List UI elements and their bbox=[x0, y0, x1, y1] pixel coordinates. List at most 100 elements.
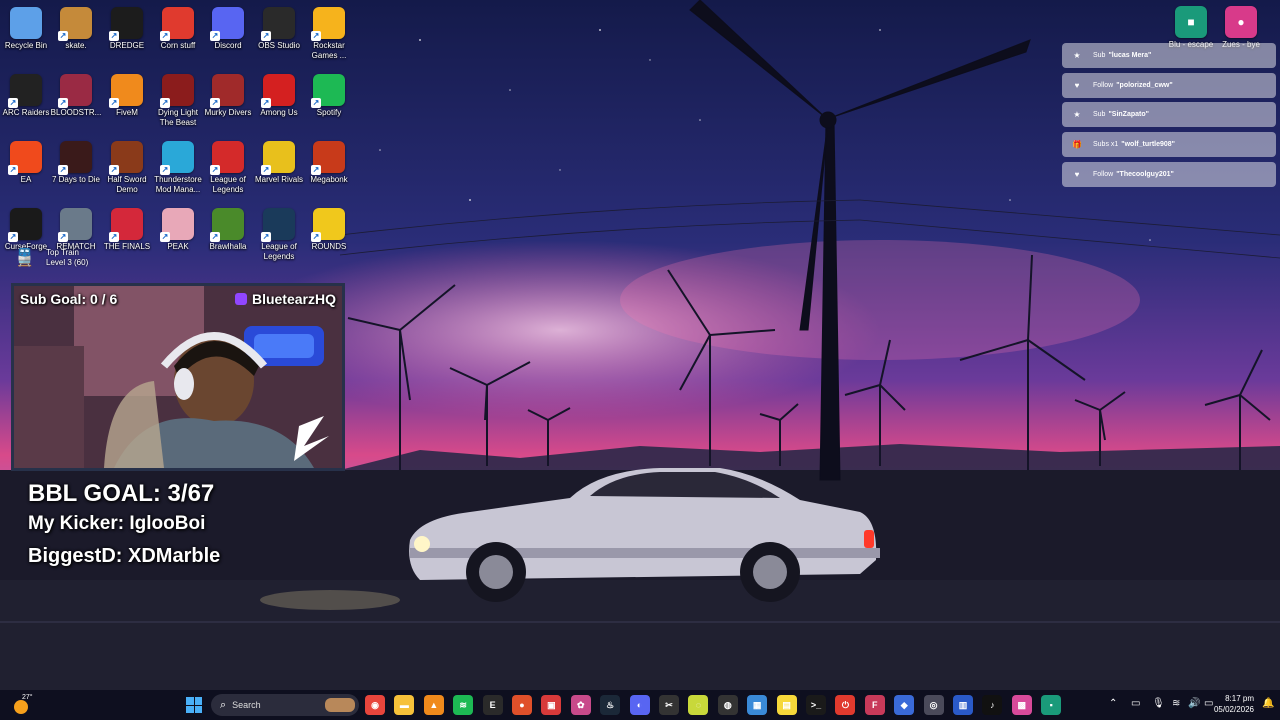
photos-icon[interactable]: ▦ bbox=[747, 695, 768, 715]
shortcut-arrow-icon: ↗ bbox=[311, 165, 321, 175]
alert-user: "wolf_turtle908" bbox=[1121, 141, 1176, 148]
top-train-widget: 🚆 Top Train Level 3 (60) bbox=[14, 248, 88, 268]
chrome-icon[interactable]: ◉ bbox=[365, 695, 385, 715]
app-icon[interactable]: ◆ bbox=[894, 695, 915, 715]
windows-icon bbox=[186, 697, 194, 705]
file-explorer-icon[interactable]: ▬ bbox=[394, 695, 415, 715]
desktop-icon[interactable]: ↗ OBS Studio bbox=[253, 3, 305, 51]
app-icon[interactable]: ● bbox=[512, 695, 532, 715]
desktop-icon[interactable]: ↗ Half Sword Demo bbox=[101, 137, 153, 195]
app-icon[interactable]: ◎ bbox=[923, 695, 944, 715]
tray-overflow-icon[interactable]: ⌃ bbox=[1109, 698, 1117, 709]
app-icon[interactable]: ✿ bbox=[570, 695, 591, 715]
webcam-feed bbox=[14, 286, 342, 468]
shortcut-arrow-icon: ↗ bbox=[8, 98, 18, 108]
epic-games-icon[interactable]: E bbox=[482, 695, 503, 715]
microphone-icon[interactable]: 🎙 bbox=[1152, 698, 1165, 709]
steam-icon[interactable]: ♨ bbox=[600, 695, 621, 715]
taskbar-search[interactable]: ⌕ Search bbox=[211, 694, 359, 716]
webcam-overlay: Sub Goal: 0 / 6 BluetearzHQ bbox=[11, 283, 345, 471]
train-icon: 🚆 bbox=[14, 248, 36, 267]
star-icon: ★ bbox=[1073, 51, 1081, 60]
desktop-icon[interactable]: ↗ Megabonk bbox=[303, 137, 355, 185]
wifi-icon[interactable]: ≋ bbox=[1172, 698, 1180, 709]
discord-icon[interactable]: ◐ bbox=[629, 695, 650, 715]
heart-icon: ♥ bbox=[1074, 170, 1080, 179]
notification-bell-icon[interactable]: 🔔 bbox=[1262, 698, 1274, 709]
blu-escape-icon: ■ bbox=[1175, 6, 1207, 38]
desktop-icon[interactable]: ↗ CurseForge bbox=[0, 204, 52, 252]
shortcut-arrow-icon: ↗ bbox=[160, 98, 170, 108]
app-icon[interactable]: ▥ bbox=[953, 695, 973, 715]
volume-icon[interactable]: 🔊 bbox=[1188, 698, 1200, 709]
app-icon[interactable]: ▣ bbox=[541, 695, 562, 715]
desktop-icon[interactable]: ↗ THE FINALS bbox=[101, 204, 153, 252]
alert-item: ★ Sub "SinZapato" bbox=[1062, 102, 1276, 127]
desktop-icon[interactable]: ↗ Thunderstore Mod Mana... bbox=[152, 137, 204, 195]
desktop-icon[interactable]: ↗ DREDGE bbox=[101, 3, 153, 51]
app-icon[interactable]: ◌ bbox=[688, 695, 709, 715]
desktop-icon[interactable]: ↗ ROUNDS bbox=[303, 204, 355, 252]
search-placeholder: Search bbox=[232, 700, 261, 710]
desktop-icon[interactable]: ↗ Rockstar Games ... bbox=[303, 3, 355, 61]
desktop-icon[interactable]: ↗ Marvel Rivals bbox=[253, 137, 305, 185]
alert-type: Follow bbox=[1093, 171, 1114, 178]
fivem-icon: ↗ bbox=[109, 74, 143, 108]
clock[interactable]: 8:17 pm 05/02/2026 bbox=[1206, 693, 1254, 715]
vlc-icon[interactable]: ▲ bbox=[423, 695, 444, 715]
desktop-icon[interactable]: ↗ Discord bbox=[202, 3, 254, 51]
desktop-icon[interactable]: ↗ ARC Raiders bbox=[0, 70, 52, 118]
app-icon[interactable]: ⏻ bbox=[835, 695, 856, 715]
alert-item: ★ Sub "lucas Mera" bbox=[1062, 43, 1276, 68]
app-icon[interactable]: F bbox=[864, 695, 885, 715]
shortcut-arrow-icon: ↗ bbox=[311, 232, 321, 242]
desktop-icon[interactable]: ↗ League of Legends bbox=[253, 204, 305, 262]
shortcut-arrow-icon: ↗ bbox=[160, 232, 170, 242]
desktop-icon[interactable]: ↗ League of Legends bbox=[202, 137, 254, 195]
shortcut-arrow-icon: ↗ bbox=[58, 165, 68, 175]
desktop-icon[interactable]: ↗ EA bbox=[0, 137, 52, 185]
desktop-icon[interactable]: ↗ Among Us bbox=[253, 70, 305, 118]
desktop-icon-label: 7 Days to Die bbox=[51, 175, 101, 184]
alert-user: "polorized_cww" bbox=[1116, 82, 1173, 89]
alert-item: 🎁 Subs x1 "wolf_turtle908" bbox=[1062, 132, 1276, 157]
app-icon[interactable]: ▩ bbox=[1011, 695, 1032, 715]
shortcut-arrow-icon: ↗ bbox=[311, 31, 321, 41]
desktop-icon[interactable]: ↗ BLOODSTR... bbox=[50, 70, 102, 118]
desktop-icon[interactable]: ↗ REMATCH bbox=[50, 204, 102, 252]
touchpad-icon[interactable]: ▭ bbox=[1131, 698, 1140, 709]
desktop-icon[interactable]: ↗ FiveM bbox=[101, 70, 153, 118]
thunderstore-icon: ↗ bbox=[160, 141, 194, 175]
alert-item: ♥ Follow "Thecoolguy201" bbox=[1062, 162, 1276, 187]
desktop-icon-label: ROUNDS bbox=[311, 242, 347, 251]
terminal-icon[interactable]: >_ bbox=[806, 695, 826, 715]
spotify-icon: ↗ bbox=[311, 74, 345, 108]
capcut-icon[interactable]: ✂ bbox=[659, 695, 679, 715]
weather-widget[interactable]: 27° bbox=[14, 694, 40, 716]
desktop-icon[interactable]: ↗ PEAK bbox=[152, 204, 204, 252]
start-button[interactable] bbox=[186, 697, 202, 713]
sticky-notes-icon[interactable]: ▤ bbox=[776, 695, 797, 715]
desktop-icon-label: DREDGE bbox=[109, 41, 145, 50]
app-icon[interactable]: ▪ bbox=[1041, 695, 1062, 715]
desktop-icon[interactable]: ↗ Corn stuff bbox=[152, 3, 204, 51]
desktop-icon[interactable]: ↗ Brawlhalla bbox=[202, 204, 254, 252]
spotify-icon[interactable]: ≋ bbox=[453, 695, 474, 715]
twitch-icon bbox=[234, 293, 247, 305]
channel-label: BluetearzHQ bbox=[234, 291, 336, 307]
sub-goal-label: Sub Goal: 0 / 6 bbox=[20, 291, 118, 307]
tiktok-icon[interactable]: ♪ bbox=[982, 695, 1003, 715]
heart-icon: ♥ bbox=[1074, 81, 1080, 90]
desktop-icon[interactable]: ↗ Spotify bbox=[303, 70, 355, 118]
desktop-icon[interactable]: ↗ skate. bbox=[50, 3, 102, 51]
shortcut-arrow-icon: ↗ bbox=[210, 165, 220, 175]
half-sword-icon: ↗ bbox=[109, 141, 143, 175]
desktop-icon[interactable]: Recycle Bin bbox=[0, 3, 52, 51]
desktop-icon[interactable]: ↗ 7 Days to Die bbox=[50, 137, 102, 185]
alert-type: Sub bbox=[1093, 52, 1106, 59]
desktop-icon-label: Dying Light The Beast bbox=[157, 108, 199, 127]
desktop-icon[interactable]: ↗ Dying Light The Beast bbox=[152, 70, 204, 128]
obs-icon[interactable]: ◍ bbox=[717, 695, 738, 715]
desktop-icon-label: League of Legends bbox=[261, 242, 297, 261]
desktop-icon[interactable]: ↗ Murky Divers bbox=[202, 70, 254, 118]
